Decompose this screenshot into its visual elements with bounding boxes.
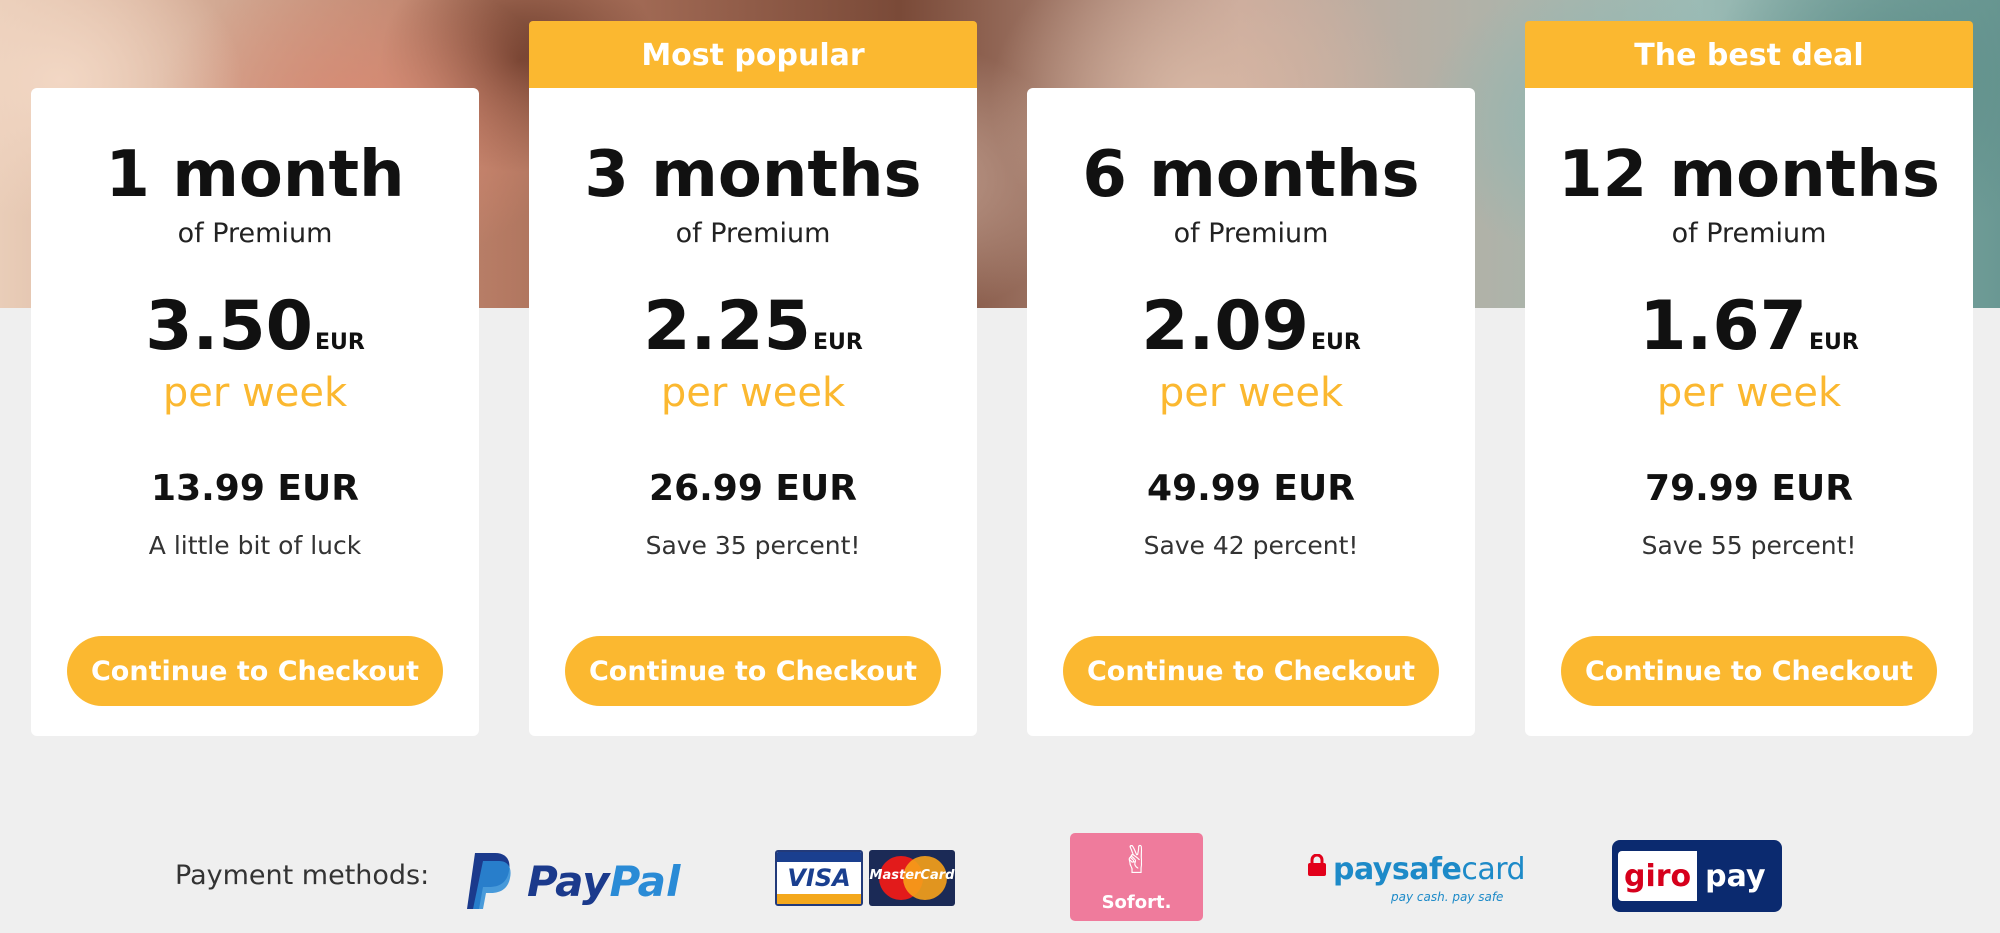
visa-band-bottom: [777, 894, 861, 904]
price-row: 1.67 EUR: [1525, 293, 1973, 361]
plan-note: A little bit of luck: [148, 531, 362, 560]
plan-note: Save 55 percent!: [1641, 531, 1857, 560]
paypal-wordmark-pay: Pay: [527, 856, 610, 906]
paypal-wordmark-pal: Pal: [609, 856, 681, 906]
payment-methods-label: Payment methods:: [175, 860, 430, 891]
plan-card: 1 month of Premium 3.50 EUR per week 13.…: [31, 88, 479, 736]
continue-to-checkout-button[interactable]: Continue to Checkout: [67, 636, 443, 706]
total-price: 49.99 EUR: [1147, 468, 1355, 509]
weekly-price: 2.25: [643, 287, 811, 366]
price-row: 3.50 EUR: [31, 293, 479, 361]
total-price: 26.99 EUR: [649, 468, 857, 509]
plan-title: 3 months: [584, 138, 922, 212]
sofort-logo: ✌ Sofort.: [1070, 833, 1203, 921]
plan-title: 12 months: [1558, 138, 1940, 212]
currency-label: EUR: [812, 330, 863, 355]
paysafecard-wordmark: paysafecard: [1333, 852, 1526, 887]
most-popular-ribbon: Most popular: [529, 21, 977, 89]
price-period: per week: [162, 370, 348, 416]
plan-subtitle: of Premium: [1173, 218, 1329, 249]
plan-subtitle: of Premium: [675, 218, 831, 249]
paysafecard-wordmark-paysafe: paysafe: [1333, 852, 1462, 887]
plan-3-months: Most popular 3 months of Premium 2.25 EU…: [529, 21, 977, 736]
weekly-price: 2.09: [1141, 287, 1309, 366]
plan-title: 1 month: [105, 138, 405, 212]
plan-card: 12 months of Premium 1.67 EUR per week 7…: [1525, 88, 1973, 736]
sofort-wordmark: Sofort.: [1101, 892, 1172, 913]
currency-label: EUR: [1310, 330, 1361, 355]
currency-label: EUR: [314, 330, 365, 355]
price-period: per week: [1158, 370, 1344, 416]
paysafecard-wordmark-card: card: [1461, 852, 1526, 887]
plan-6-months: 6 months of Premium 2.09 EUR per week 49…: [1027, 21, 1475, 736]
total-price: 13.99 EUR: [151, 468, 359, 509]
plan-1-month: 1 month of Premium 3.50 EUR per week 13.…: [31, 21, 479, 736]
visa-band-top: [777, 852, 861, 862]
continue-to-checkout-button[interactable]: Continue to Checkout: [1063, 636, 1439, 706]
plan-card: 3 months of Premium 2.25 EUR per week 26…: [529, 88, 977, 736]
continue-to-checkout-button[interactable]: Continue to Checkout: [565, 636, 941, 706]
victory-hand-icon: ✌: [1120, 838, 1153, 882]
plan-note: Save 42 percent!: [1143, 531, 1359, 560]
paypal-icon: [467, 853, 511, 909]
plan-title: 6 months: [1082, 138, 1420, 212]
plan-subtitle: of Premium: [1671, 218, 1827, 249]
payment-methods-strip: Payment methods: PayPal VISA MasterCard …: [0, 820, 2000, 933]
plan-subtitle: of Premium: [177, 218, 333, 249]
paysafecard-logo: paysafecard pay cash. pay safe: [1305, 852, 1526, 912]
weekly-price: 3.50: [145, 287, 313, 366]
total-price: 79.99 EUR: [1645, 468, 1853, 509]
giropay-logo: giro pay: [1612, 840, 1782, 912]
plan-12-months: The best deal 12 months of Premium 1.67 …: [1525, 21, 1973, 736]
continue-to-checkout-button[interactable]: Continue to Checkout: [1561, 636, 1937, 706]
paypal-logo: PayPal: [465, 850, 695, 912]
best-deal-ribbon: The best deal: [1525, 21, 1973, 89]
price-row: 2.25 EUR: [529, 293, 977, 361]
visa-logo: VISA: [775, 850, 863, 906]
pricing-plans: 1 month of Premium 3.50 EUR per week 13.…: [31, 21, 1976, 736]
currency-label: EUR: [1808, 330, 1859, 355]
price-period: per week: [660, 370, 846, 416]
giropay-giro: giro: [1618, 851, 1698, 901]
mastercard-wordmark: MasterCard: [869, 868, 955, 883]
lock-icon: [1308, 854, 1326, 876]
card-logos: VISA MasterCard: [775, 850, 955, 910]
mastercard-logo: MasterCard: [869, 850, 955, 906]
price-row: 2.09 EUR: [1027, 293, 1475, 361]
paysafecard-tagline: pay cash. pay safe: [1391, 890, 1504, 904]
paypal-wordmark: PayPal: [527, 857, 680, 906]
plan-note: Save 35 percent!: [645, 531, 861, 560]
price-period: per week: [1656, 370, 1842, 416]
giropay-pay: pay: [1705, 858, 1766, 894]
weekly-price: 1.67: [1639, 287, 1807, 366]
visa-wordmark: VISA: [787, 864, 851, 892]
plan-card: 6 months of Premium 2.09 EUR per week 49…: [1027, 88, 1475, 736]
